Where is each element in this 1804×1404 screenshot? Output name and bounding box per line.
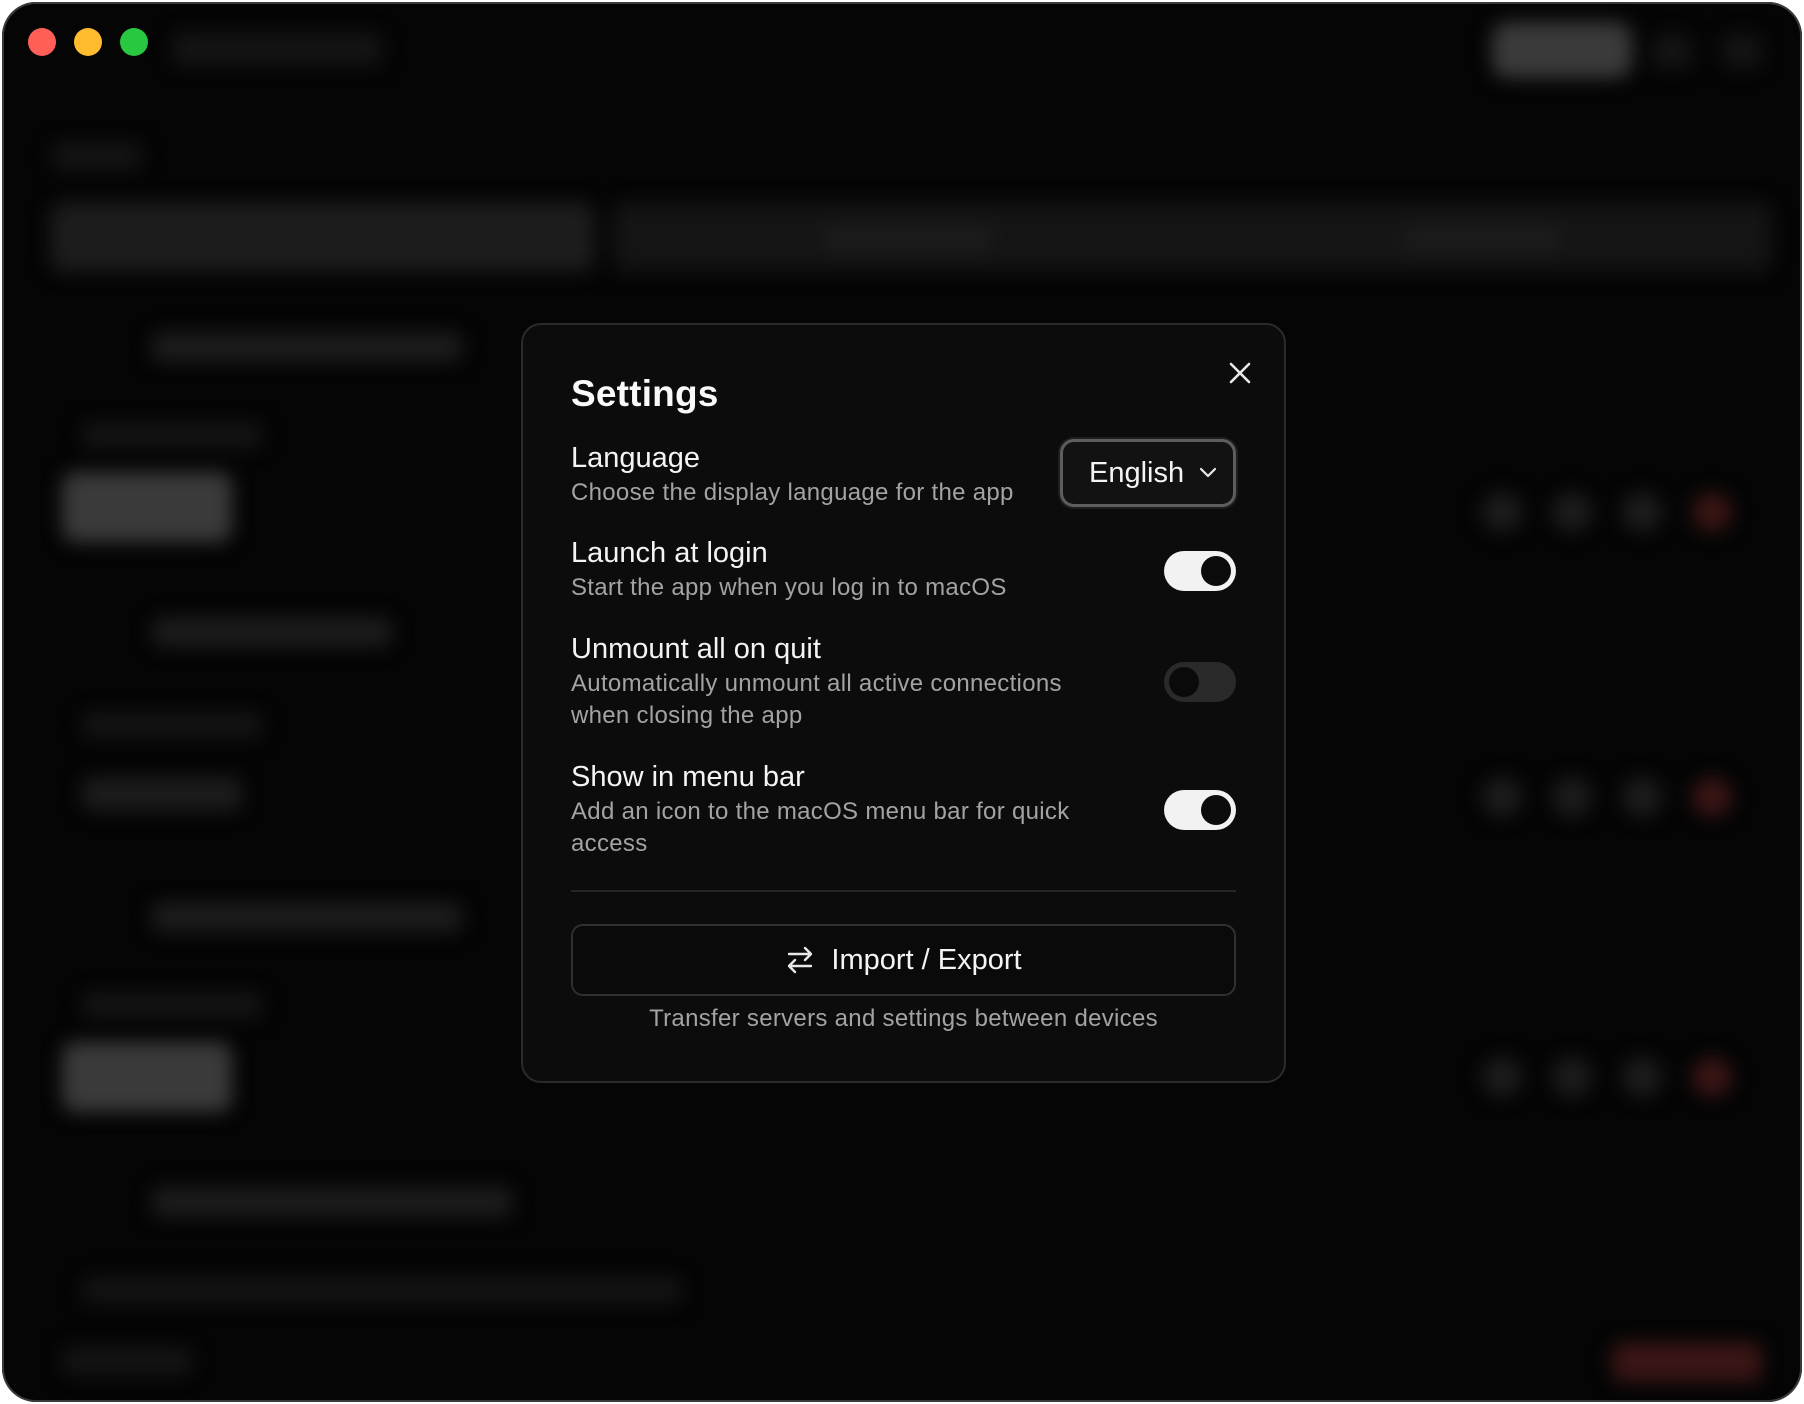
toggle-knob [1201, 556, 1231, 586]
dialog-title: Settings [571, 373, 719, 414]
unmount-on-quit-toggle[interactable] [1164, 662, 1236, 702]
launch-at-login-setting: Launch at login Start the app when you l… [571, 536, 1236, 604]
menu-bar-label: Show in menu bar [571, 761, 805, 793]
import-export-hint: Transfer servers and settings between de… [649, 1005, 1158, 1032]
language-select-value: English [1089, 456, 1185, 489]
import-export-button[interactable]: Import / Export [571, 924, 1236, 996]
close-icon [1229, 362, 1251, 384]
close-window-button[interactable] [28, 28, 56, 56]
app-window: Settings Language Choose the display lan… [2, 2, 1802, 1402]
language-setting: Language Choose the display language for… [571, 439, 1236, 509]
menu-bar-description: Add an icon to the macOS menu bar for qu… [571, 798, 1070, 857]
launch-at-login-label: Launch at login [571, 537, 768, 569]
toggle-knob [1201, 795, 1231, 825]
unmount-on-quit-setting: Unmount all on quit Automatically unmoun… [571, 632, 1236, 732]
launch-at-login-toggle[interactable] [1164, 551, 1236, 591]
language-description: Choose the display language for the app [571, 479, 1014, 506]
unmount-on-quit-label: Unmount all on quit [571, 633, 821, 665]
toggle-knob [1169, 667, 1199, 697]
settings-dialog: Settings Language Choose the display lan… [521, 323, 1286, 1083]
launch-at-login-description: Start the app when you log in to macOS [571, 574, 1007, 601]
import-export-label: Import / Export [831, 943, 1022, 976]
unmount-on-quit-description: Automatically unmount all active connect… [571, 670, 1062, 729]
menu-bar-toggle[interactable] [1164, 790, 1236, 830]
divider [571, 890, 1236, 892]
arrows-left-right-icon [788, 946, 813, 974]
language-label: Language [571, 442, 701, 474]
zoom-window-button[interactable] [120, 28, 148, 56]
language-select[interactable]: English [1060, 439, 1236, 507]
close-dialog-button[interactable] [1222, 355, 1258, 391]
chevron-down-icon [1199, 467, 1217, 479]
minimize-window-button[interactable] [74, 28, 102, 56]
menu-bar-setting: Show in menu bar Add an icon to the macO… [571, 760, 1236, 860]
